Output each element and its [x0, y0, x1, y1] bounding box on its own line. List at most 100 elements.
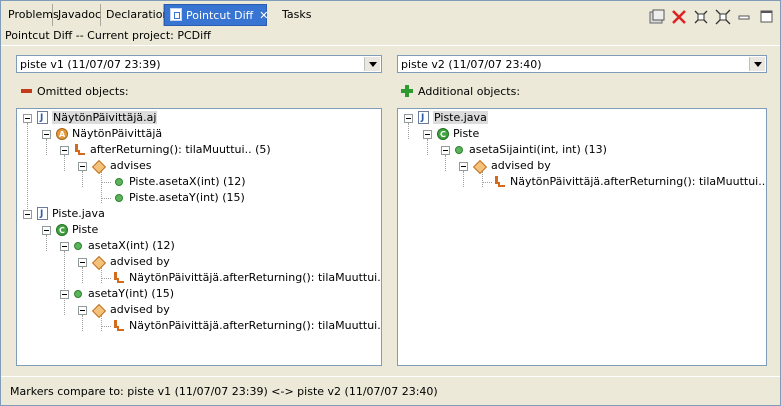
tree-item-method[interactable]: Piste.asetaY(int) (15): [115, 190, 245, 206]
advice-icon: [74, 144, 86, 156]
divider: [1, 376, 780, 377]
tree-item-label: NäytönPäivittäjä.afterReturning(): tilaM…: [129, 271, 382, 284]
tab-pointcut-diff[interactable]: Pointcut Diff ✕: [164, 4, 268, 27]
tree-item-advice[interactable]: NäytönPäivittäjä.afterReturning(): tilaM…: [113, 270, 382, 286]
plus-icon: [401, 85, 413, 97]
tree-item-label: NäytönPäivittäjä.aj: [52, 111, 158, 124]
java-file-icon: [37, 110, 48, 126]
view-description: Pointcut Diff -- Current project: PCDiff: [5, 29, 211, 42]
method-icon: [115, 178, 123, 186]
tab-label: Declaration: [106, 8, 170, 21]
tree-item-advice[interactable]: afterReturning(): tilaMuuttui.. (5): [74, 142, 271, 158]
minus-icon: [21, 89, 32, 93]
close-tab-icon[interactable]: ✕: [259, 5, 268, 27]
collapse-all-icon[interactable]: [714, 8, 732, 26]
additional-objects-label: Additional objects:: [418, 85, 521, 98]
omitted-objects-tree[interactable]: NäytönPäivittäjä.aj NäytönPäivittäjä aft…: [16, 108, 382, 366]
tree-item-label: asetaSijainti(int, int) (13): [469, 143, 607, 156]
collapse-toggle[interactable]: [60, 290, 69, 299]
omitted-objects-label: Omitted objects:: [37, 85, 129, 98]
tree-item-method[interactable]: asetaX(int) (12): [74, 238, 175, 254]
tree-item-file[interactable]: Piste.java: [37, 206, 105, 222]
tree-item-relationship[interactable]: advised by: [91, 254, 170, 271]
tree-item-label: advised by: [110, 303, 170, 316]
advice-icon: [113, 272, 125, 284]
collapse-toggle[interactable]: [42, 130, 51, 139]
advice-icon: [494, 176, 506, 188]
tree-item-method[interactable]: Piste.asetaX(int) (12): [115, 174, 246, 190]
view-tab-bar: Problems Javadoc Declaration Pointcut Di…: [1, 4, 780, 26]
tree-item-label: afterReturning(): tilaMuuttui.. (5): [90, 143, 271, 156]
method-icon: [74, 242, 82, 250]
advice-icon: [113, 320, 125, 332]
tree-item-relationship[interactable]: advised by: [91, 302, 170, 319]
tab-tasks[interactable]: Tasks: [277, 4, 319, 26]
maximize-icon[interactable]: [758, 8, 776, 26]
tab-problems[interactable]: Problems: [3, 4, 59, 26]
tree-item-class[interactable]: Piste: [56, 222, 99, 239]
tree-item-label: Piste: [453, 127, 480, 140]
tree-item-label: asetaX(int) (12): [88, 239, 175, 252]
tree-item-label: Piste.java: [52, 207, 105, 220]
collapse-toggle[interactable]: [78, 306, 87, 315]
java-file-icon: [418, 110, 429, 126]
expand-all-icon[interactable]: [692, 8, 710, 26]
collapse-toggle[interactable]: [78, 162, 87, 171]
tab-declaration[interactable]: Declaration: [101, 4, 169, 26]
tab-javadoc[interactable]: Javadoc: [53, 4, 101, 26]
tree-item-advice[interactable]: NäytönPäivittäjä.afterReturning(): tilaM…: [494, 174, 767, 190]
collapse-toggle[interactable]: [42, 226, 51, 235]
right-version-select[interactable]: piste v2 (11/07/07 23:40): [397, 55, 767, 73]
tree-item-class[interactable]: Piste: [437, 126, 480, 143]
collapse-toggle[interactable]: [23, 210, 32, 219]
compare-icon[interactable]: [648, 8, 666, 26]
chevron-down-icon[interactable]: [364, 57, 380, 71]
pointcut-diff-view-icon: [170, 8, 182, 21]
tree-item-method[interactable]: asetaY(int) (15): [74, 286, 174, 302]
tab-label: Tasks: [282, 8, 312, 21]
additional-objects-tree[interactable]: Piste.java Piste asetaSijainti(int, int)…: [397, 108, 767, 366]
minimize-icon[interactable]: [736, 8, 754, 26]
collapse-toggle[interactable]: [404, 114, 413, 123]
view-toolbar: [648, 8, 776, 26]
omitted-objects-header: Omitted objects:: [19, 84, 129, 100]
collapse-toggle[interactable]: [423, 130, 432, 139]
tab-label: Pointcut Diff: [186, 9, 254, 22]
relationship-icon: [91, 159, 107, 175]
left-version-select[interactable]: piste v1 (11/07/07 23:39): [16, 55, 382, 73]
tab-label: Javadoc: [58, 8, 101, 21]
tree-item-label: asetaY(int) (15): [88, 287, 175, 300]
right-version-value: piste v2 (11/07/07 23:40): [401, 58, 542, 71]
chevron-down-icon[interactable]: [749, 57, 765, 71]
collapse-toggle[interactable]: [459, 162, 468, 171]
class-icon: [56, 223, 68, 239]
method-icon: [74, 290, 82, 298]
collapse-toggle[interactable]: [60, 242, 69, 251]
tree-item-aspect[interactable]: NäytönPäivittäjä: [56, 126, 163, 143]
relationship-icon: [91, 303, 107, 319]
tree-item-label: Piste: [72, 223, 99, 236]
collapse-toggle[interactable]: [78, 258, 87, 267]
collapse-toggle[interactable]: [23, 114, 32, 123]
tree-item-label: advises: [110, 159, 152, 172]
tree-item-label: NäytönPäivittäjä.afterReturning(): tilaM…: [510, 175, 767, 188]
tree-item-label: advised by: [491, 159, 551, 172]
divider: [1, 45, 780, 46]
additional-objects-header: Additional objects:: [399, 84, 520, 100]
aspect-icon: [56, 127, 68, 143]
collapse-toggle[interactable]: [60, 146, 69, 155]
tree-item-label: Piste.asetaY(int) (15): [129, 191, 245, 204]
method-icon: [455, 146, 463, 154]
tree-item-label: NäytönPäivittäjä: [72, 127, 163, 140]
method-icon: [115, 194, 123, 202]
remove-icon[interactable]: [670, 8, 688, 26]
tree-item-file[interactable]: Piste.java: [418, 110, 488, 126]
tab-label: Problems: [8, 8, 59, 21]
tree-item-method[interactable]: asetaSijainti(int, int) (13): [455, 142, 607, 158]
collapse-toggle[interactable]: [441, 146, 450, 155]
tree-item-relationship[interactable]: advises: [91, 158, 152, 175]
tree-item-relationship[interactable]: advised by: [472, 158, 551, 175]
tree-item-advice[interactable]: NäytönPäivittäjä.afterReturning(): tilaM…: [113, 318, 381, 334]
status-bar: Markers compare to: piste v1 (11/07/07 2…: [10, 385, 438, 398]
tree-item-file[interactable]: NäytönPäivittäjä.aj: [37, 110, 158, 126]
